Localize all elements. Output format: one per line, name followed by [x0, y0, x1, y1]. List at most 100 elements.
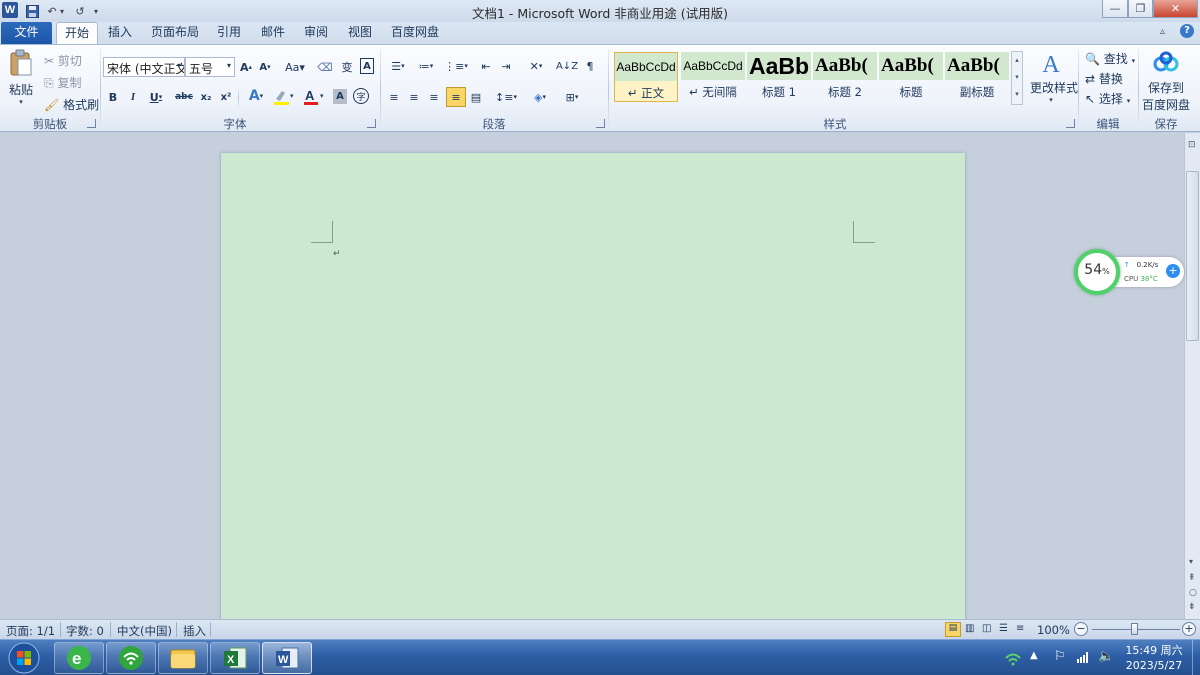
document-page[interactable]: ↵ [221, 153, 965, 623]
shading-icon[interactable]: ◈ ▾ [528, 89, 552, 105]
zoom-level[interactable]: 100% [1037, 623, 1070, 637]
system-monitor-widget[interactable]: 54% ↑ 0.2K/s CPU 38°C + [1074, 249, 1186, 295]
subscript-icon[interactable]: x₂ [198, 89, 214, 105]
ruler-toggle-icon[interactable]: ⊡ [1188, 140, 1196, 150]
tab-mailings[interactable]: 邮件 [256, 22, 290, 44]
next-page-icon[interactable]: ⇟ [1188, 602, 1196, 612]
bullets-icon[interactable]: ☰ ▾ [386, 58, 410, 74]
status-words[interactable]: 字数: 0 [66, 623, 104, 639]
styles-scroll-control[interactable]: ▴ ▾ ▾ [1011, 51, 1023, 105]
style-subtitle[interactable]: AaBb( 副标题 [945, 52, 1009, 102]
grow-font-icon[interactable]: A ▴ [238, 59, 254, 75]
web-layout-icon[interactable]: ◫ [982, 623, 991, 634]
outline-view-icon[interactable]: ☰ [999, 623, 1008, 634]
volume-icon[interactable]: 🔈 [1098, 649, 1114, 664]
align-right-icon[interactable]: ≡ [426, 89, 442, 105]
close-button[interactable]: ✕ [1153, 0, 1198, 18]
justify-icon[interactable]: ≡ [446, 87, 466, 107]
tab-page-layout[interactable]: 页面布局 [146, 22, 204, 44]
full-screen-reading-icon[interactable]: ▥ [965, 623, 974, 634]
numbering-icon[interactable]: ≔ ▾ [414, 58, 438, 74]
borders-icon[interactable]: ⊞ ▾ [560, 89, 584, 105]
draft-view-icon[interactable]: ≡ [1016, 623, 1024, 634]
font-launcher-icon[interactable] [367, 119, 376, 128]
taskbar-file-explorer[interactable] [158, 642, 208, 674]
show-hidden-icons[interactable]: ▲ [1030, 650, 1038, 661]
restore-button[interactable]: ❐ [1128, 0, 1153, 18]
tab-insert[interactable]: 插入 [103, 22, 137, 44]
font-name-combo[interactable]: 宋体 (中文正文 [103, 57, 185, 77]
underline-icon[interactable]: U ▾ [146, 89, 166, 105]
taskbar-excel[interactable]: X [210, 642, 260, 674]
character-shading-icon[interactable]: A [333, 89, 347, 104]
chinese-layout-icon[interactable]: ✕ ▾ [524, 58, 548, 74]
help-icon[interactable]: ? [1180, 24, 1194, 38]
style-title[interactable]: AaBb( 标题 [879, 52, 943, 102]
scroll-down-icon[interactable]: ▾ [1189, 557, 1193, 566]
style-no-spacing[interactable]: AaBbCcDd ↵ 无间隔 [681, 52, 745, 102]
tab-home[interactable]: 开始 [56, 22, 98, 44]
start-button[interactable] [4, 641, 44, 675]
taskbar-word-active[interactable]: W [262, 642, 312, 674]
select-button[interactable]: ↖ 选择 ▾ [1085, 90, 1130, 107]
scrollbar-thumb[interactable] [1186, 171, 1199, 341]
enclose-characters-icon[interactable]: 字 [353, 88, 369, 104]
shrink-font-icon[interactable]: A ▾ [257, 59, 273, 75]
cut-button[interactable]: ✂ 剪切 [44, 52, 82, 69]
minimize-ribbon-icon[interactable]: ▵ [1160, 26, 1165, 37]
status-page[interactable]: 页面: 1/1 [6, 623, 55, 639]
distributed-icon[interactable]: ▤ [468, 89, 484, 105]
font-name-dropdown-icon[interactable]: ▾ [177, 61, 181, 70]
show-desktop-button[interactable] [1192, 640, 1200, 675]
phonetic-guide-icon[interactable]: 变 [338, 59, 356, 75]
status-insert-mode[interactable]: 插入 [183, 623, 206, 639]
tray-wifi-app-icon[interactable] [1004, 650, 1022, 666]
show-marks-icon[interactable]: ¶ [582, 58, 598, 74]
bold-icon[interactable]: B [106, 89, 120, 105]
strikethrough-icon[interactable]: abc [175, 89, 193, 105]
change-case-icon[interactable]: Aa▾ [284, 59, 306, 75]
change-styles-button[interactable]: A 更改样式 ▾ [1030, 51, 1078, 113]
line-spacing-icon[interactable]: ↕≡ ▾ [494, 89, 518, 105]
font-color-icon[interactable]: A ▾ [302, 88, 326, 106]
italic-icon[interactable]: I [126, 89, 140, 105]
taskbar-ie-browser[interactable]: e [54, 642, 104, 674]
clear-formatting-icon[interactable]: ⌫ [316, 59, 334, 75]
text-effects-icon[interactable]: A ▾ [244, 87, 268, 105]
sort-icon[interactable]: A↓Z [556, 58, 578, 74]
paragraph-launcher-icon[interactable] [596, 119, 605, 128]
highlight-color-icon[interactable]: ▾ [272, 88, 296, 106]
minimize-button[interactable]: — [1102, 0, 1128, 18]
style-normal[interactable]: AaBbCcDd ↵ 正文 [614, 52, 678, 102]
paste-button[interactable]: 粘贴 ▾ [6, 49, 36, 111]
replace-button[interactable]: ⇄ 替换 [1085, 70, 1123, 87]
zoom-in-icon[interactable]: + [1182, 622, 1196, 636]
vertical-scrollbar[interactable]: ⊡ ▾ ⇞ ○ ⇟ [1184, 133, 1200, 619]
tab-file[interactable]: 文件 [1, 22, 52, 44]
taskbar-clock[interactable]: 15:49 周六 2023/5/27 [1118, 643, 1190, 673]
multilevel-list-icon[interactable]: ⋮≡ ▾ [444, 58, 468, 74]
save-to-baidu-button[interactable]: 保存到 百度网盘 [1142, 51, 1190, 113]
align-center-icon[interactable]: ≡ [406, 89, 422, 105]
zoom-slider-thumb[interactable] [1131, 623, 1138, 635]
browse-object-icon[interactable]: ○ [1189, 588, 1197, 598]
network-signal-icon[interactable] [1076, 650, 1090, 664]
style-heading-1[interactable]: AaBb 标题 1 [747, 52, 811, 102]
zoom-out-icon[interactable]: − [1074, 622, 1088, 636]
tab-view[interactable]: 视图 [343, 22, 377, 44]
prev-page-icon[interactable]: ⇞ [1188, 573, 1196, 583]
format-painter-button[interactable]: 🖌 格式刷 [44, 96, 99, 113]
decrease-indent-icon[interactable]: ⇤ [478, 58, 494, 74]
taskbar-wifi-app[interactable] [106, 642, 156, 674]
find-button[interactable]: 🔍 查找 ▾ [1085, 50, 1135, 67]
tab-baidu-netdisk[interactable]: 百度网盘 [386, 22, 444, 44]
style-heading-2[interactable]: AaBb( 标题 2 [813, 52, 877, 102]
superscript-icon[interactable]: x² [218, 89, 234, 105]
styles-launcher-icon[interactable] [1066, 119, 1075, 128]
paste-dropdown-icon[interactable]: ▾ [6, 98, 36, 106]
copy-button[interactable]: ⎘ 复制 [44, 74, 81, 91]
character-border-icon[interactable]: A [360, 58, 374, 74]
clipboard-launcher-icon[interactable] [87, 119, 96, 128]
increase-indent-icon[interactable]: ⇥ [498, 58, 514, 74]
tab-review[interactable]: 审阅 [299, 22, 333, 44]
